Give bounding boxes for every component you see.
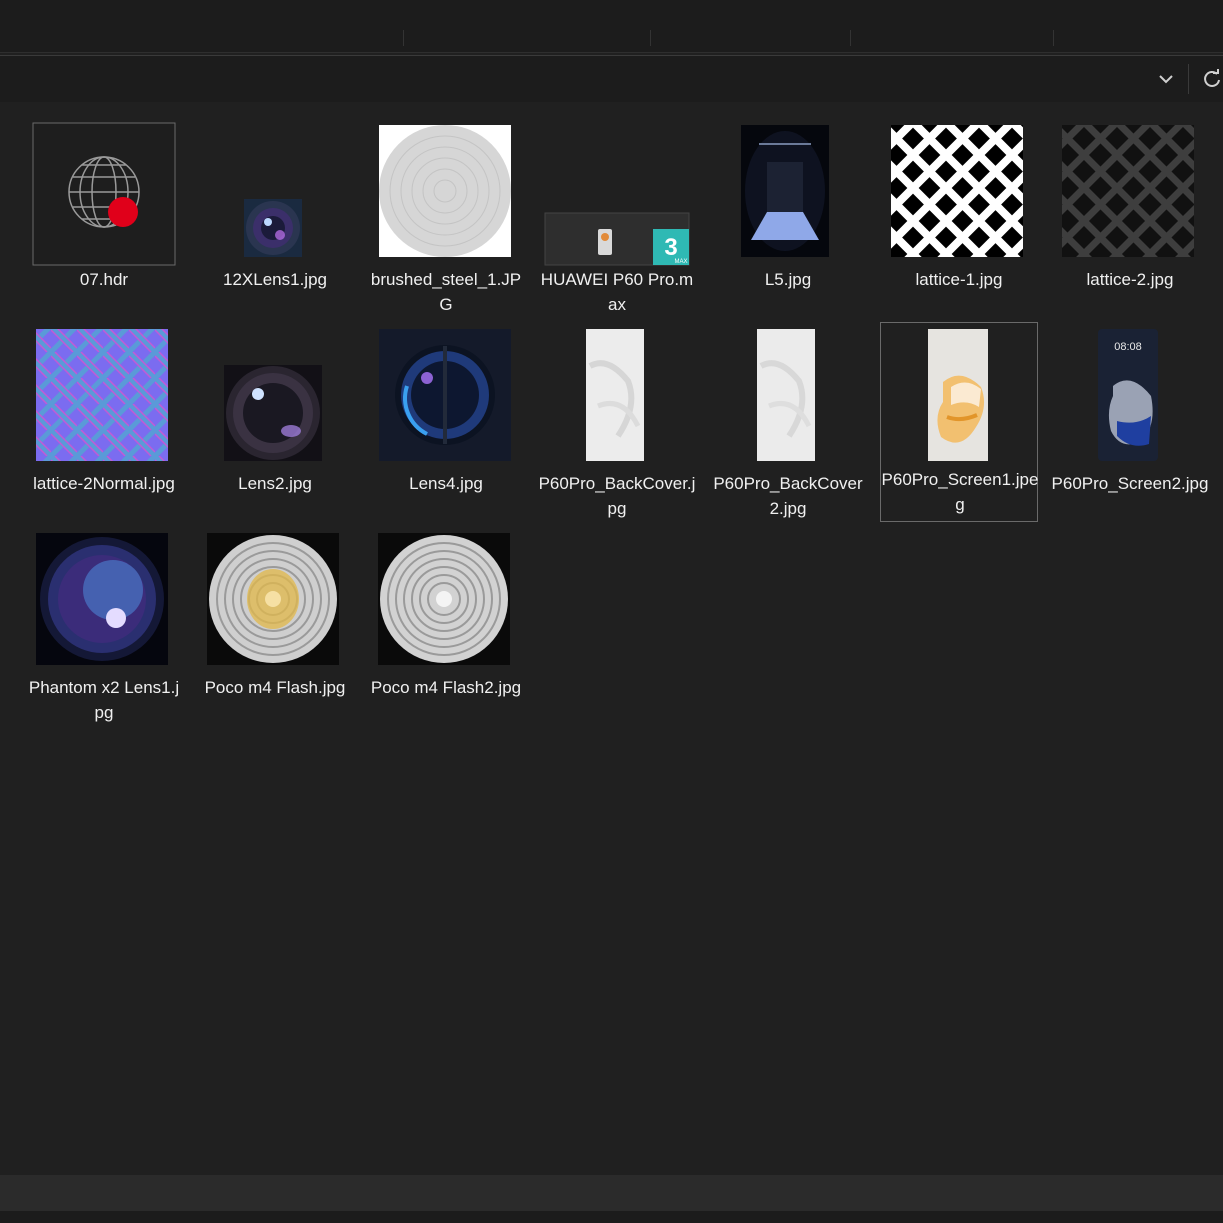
chevron-down-icon	[1159, 75, 1173, 84]
file-name: Lens2.jpg	[238, 474, 312, 493]
file-thumbnail	[196, 122, 354, 266]
file-name: Poco m4 Flash.jpg	[204, 678, 346, 697]
file-item[interactable]: lattice-2.jpg	[1051, 122, 1209, 322]
max-badge-text: MAX	[674, 259, 687, 265]
file-name: P60Pro_Screen2.jpg	[1051, 474, 1209, 493]
address-bar[interactable]	[0, 55, 1223, 103]
file-thumbnail	[25, 326, 183, 470]
file-item[interactable]: Phantom x2 Lens1.jpg	[25, 530, 183, 730]
file-item[interactable]: P60Pro_Screen1.jpeg	[880, 322, 1038, 522]
file-name: L5.jpg	[764, 270, 812, 289]
file-item[interactable]: P60Pro_BackCover.jpg	[538, 326, 696, 526]
file-thumbnail	[25, 122, 183, 266]
file-thumbnail	[367, 326, 525, 470]
window-bottom-edge	[0, 1211, 1223, 1223]
file-name: lattice-2.jpg	[1086, 270, 1174, 289]
file-item[interactable]: 3 MAX HUAWEI P60 Pro.max	[538, 122, 696, 322]
file-name: brushed_steel_1.JPG	[370, 270, 522, 314]
file-item[interactable]: L5.jpg	[709, 122, 867, 322]
file-item[interactable]: P60Pro_BackCover2.jpg	[709, 326, 867, 526]
file-thumbnail	[367, 122, 525, 266]
file-item[interactable]: brushed_steel_1.JPG	[367, 122, 525, 322]
file-thumbnail	[1051, 122, 1209, 266]
address-history-dropdown-button[interactable]	[1150, 66, 1182, 92]
top-toolbar	[0, 0, 1223, 53]
file-item[interactable]: Poco m4 Flash.jpg	[196, 530, 354, 730]
file-thumbnail	[881, 327, 1039, 471]
refresh-icon	[1204, 69, 1220, 87]
file-name: P60Pro_BackCover.jpg	[538, 474, 696, 518]
file-name: Phantom x2 Lens1.jpg	[28, 678, 180, 722]
toolbar-divider	[850, 30, 851, 46]
file-name: lattice-2Normal.jpg	[33, 474, 175, 493]
file-name: P60Pro_BackCover2.jpg	[713, 474, 863, 518]
file-thumbnail: 08:08	[1051, 326, 1209, 470]
status-bar	[0, 1175, 1223, 1211]
file-item[interactable]: Lens4.jpg	[367, 326, 525, 526]
toolbar-divider	[650, 30, 651, 46]
max-badge-number: 3	[664, 234, 677, 261]
file-view: 07.hdr 12XLens1.jpg brushed_steel_1.JPG …	[0, 102, 1223, 1175]
file-name: 12XLens1.jpg	[223, 270, 327, 289]
file-thumbnail	[709, 326, 867, 470]
file-thumbnail	[196, 326, 354, 470]
file-name: lattice-1.jpg	[915, 270, 1003, 289]
file-name: Poco m4 Flash2.jpg	[370, 678, 522, 697]
file-thumbnail	[196, 530, 354, 674]
file-thumbnail	[880, 122, 1038, 266]
file-item[interactable]: Poco m4 Flash2.jpg	[367, 530, 525, 730]
file-thumbnail: 3 MAX	[538, 122, 696, 266]
file-name: P60Pro_Screen1.jpeg	[881, 470, 1039, 514]
file-thumbnail	[367, 530, 525, 674]
file-item[interactable]: 07.hdr	[25, 122, 183, 322]
file-thumbnail	[25, 530, 183, 674]
address-divider	[1188, 64, 1189, 94]
file-thumbnail	[538, 326, 696, 470]
file-item[interactable]: lattice-2Normal.jpg	[25, 326, 183, 526]
toolbar-divider	[403, 30, 404, 46]
file-name: Lens4.jpg	[409, 474, 483, 493]
toolbar-divider	[1053, 30, 1054, 46]
file-item[interactable]: 12XLens1.jpg	[196, 122, 354, 322]
file-item[interactable]: Lens2.jpg	[196, 326, 354, 526]
refresh-button[interactable]	[1198, 66, 1223, 92]
file-name: 07.hdr	[79, 270, 129, 289]
lock-screen-clock: 08:08	[1114, 341, 1142, 353]
file-item[interactable]: 08:08 P60Pro_Screen2.jpg	[1051, 326, 1209, 526]
file-item[interactable]: lattice-1.jpg	[880, 122, 1038, 322]
file-name: HUAWEI P60 Pro.max	[540, 270, 694, 314]
file-thumbnail	[709, 122, 867, 266]
